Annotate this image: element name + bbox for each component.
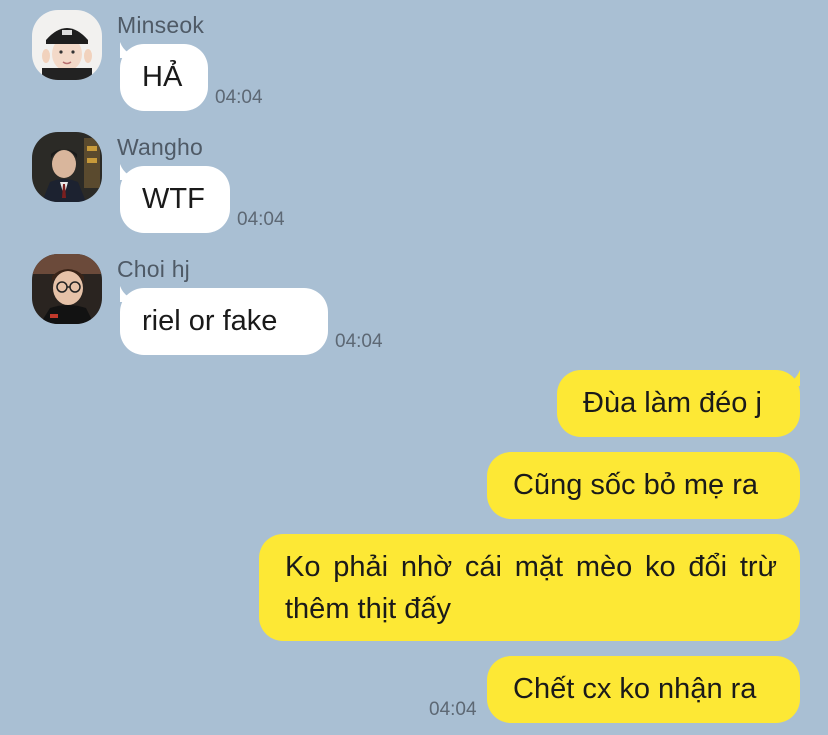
- message-text: riel or fake: [142, 305, 278, 337]
- avatar-choihj-image: [32, 254, 102, 324]
- message-text: Ko phải nhờ cái mặt mèo ko đổi trừ thêm …: [285, 551, 777, 625]
- message-bubble-outgoing[interactable]: Cũng sốc bỏ mẹ ra: [487, 452, 800, 519]
- message-timestamp: 04:04: [429, 699, 477, 720]
- message-text: Cũng sốc bỏ mẹ ra: [513, 469, 759, 501]
- message-text: Đùa làm đéo j: [583, 387, 762, 419]
- message-bubble-outgoing[interactable]: Ko phải nhờ cái mặt mèo ko đổi trừ thêm …: [259, 534, 800, 641]
- sender-name: Wangho: [117, 134, 204, 160]
- avatar-wangho-image: [32, 132, 102, 202]
- message-bubble-outgoing[interactable]: Chết cx ko nhận ra: [487, 656, 800, 723]
- message-bubble-incoming[interactable]: HẢ: [120, 44, 208, 111]
- avatar-minseok-image: [32, 10, 102, 80]
- message-text: HẢ: [142, 61, 183, 93]
- avatar-minseok[interactable]: [32, 10, 102, 80]
- message-text: WTF: [142, 183, 205, 215]
- message-bubble-outgoing[interactable]: Đùa làm đéo j: [557, 370, 800, 437]
- message-timestamp: 04:04: [335, 331, 383, 352]
- sender-name: Minseok: [117, 12, 205, 38]
- message-bubble-incoming[interactable]: WTF: [120, 166, 230, 233]
- message-timestamp: 04:04: [237, 209, 285, 230]
- message-timestamp: 04:04: [215, 87, 263, 108]
- sender-name: Choi hj: [117, 256, 190, 282]
- message-bubble-incoming[interactable]: riel or fake: [120, 288, 328, 355]
- avatar-wangho[interactable]: [32, 132, 102, 202]
- avatar-choihj[interactable]: [32, 254, 102, 324]
- message-text: Chết cx ko nhận ra: [513, 673, 757, 705]
- chat-view[interactable]: Minseok HẢ 04:04 Wangho WTF 04:04 Choi h…: [0, 0, 828, 735]
